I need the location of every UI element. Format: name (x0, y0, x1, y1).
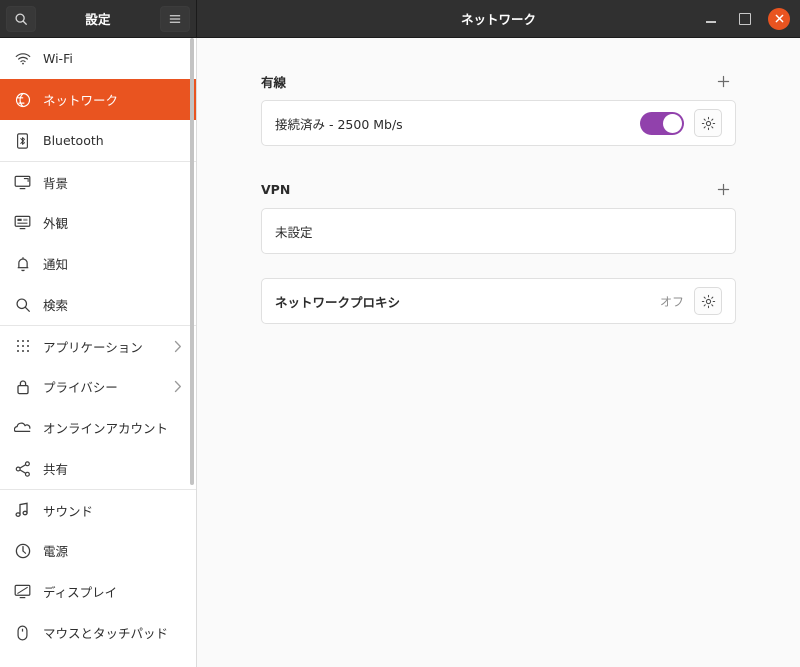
search-button[interactable] (6, 5, 36, 32)
vpn-section-header: VPN (261, 170, 736, 208)
wired-status-label: 接続済み - 2500 Mb/s (275, 116, 403, 132)
display-monitor-icon (14, 583, 31, 600)
sidebar-item-label: マウスとタッチパッド (43, 626, 169, 641)
lock-icon (14, 378, 31, 395)
wired-row-controls (640, 109, 722, 137)
sidebar-item-label: ディスプレイ (43, 585, 118, 600)
sidebar-item-label: オンラインアカウント (43, 421, 169, 436)
chevron-right-icon (174, 380, 182, 393)
sidebar-item-wifi[interactable]: Wi-Fi (0, 38, 196, 79)
bell-icon (14, 255, 31, 272)
network-proxy-card[interactable]: ネットワークプロキシ オフ (261, 278, 736, 324)
toggle-knob (663, 113, 682, 133)
network-proxy-row: ネットワークプロキシ オフ (262, 279, 735, 323)
sidebar-item-network[interactable]: ネットワーク (0, 79, 196, 120)
minimize-button[interactable] (700, 8, 722, 30)
wired-connection-card: 接続済み - 2500 Mb/s (261, 100, 736, 146)
search-icon (15, 12, 27, 25)
sidebar-item-label: Wi-Fi (43, 51, 73, 66)
sidebar-item-power[interactable]: 電源 (0, 530, 196, 571)
add-vpn-button[interactable] (710, 176, 736, 202)
network-globe-icon (14, 91, 31, 108)
power-icon (14, 542, 31, 559)
network-settings-content: 有線 接続済み - 2500 Mb/s VPN 未設定 ネットワークプロキシ オ… (197, 38, 800, 667)
mouse-icon (14, 624, 31, 641)
add-wired-connection-button[interactable] (710, 68, 736, 94)
wired-title: 有線 (261, 74, 287, 90)
sidebar-item-label: サウンド (43, 503, 94, 519)
sidebar-item-display[interactable]: ディスプレイ (0, 571, 196, 612)
plus-icon (717, 75, 729, 87)
wallpaper-icon (14, 174, 31, 191)
window-body: Wi-Fi ネットワーク Bluetooth 背景 外観 通知 検索 アプリケー… (0, 38, 800, 667)
main-menu-button[interactable] (160, 5, 190, 32)
network-proxy-label: ネットワークプロキシ (275, 294, 401, 310)
sidebar-item-background[interactable]: 背景 (0, 161, 196, 202)
sidebar-item-notifications[interactable]: 通知 (0, 243, 196, 284)
sidebar-item-label: 検索 (43, 298, 69, 313)
network-proxy-settings-button[interactable] (694, 287, 722, 315)
bluetooth-icon (14, 132, 31, 149)
music-note-icon (14, 502, 31, 519)
sidebar-item-bluetooth[interactable]: Bluetooth (0, 120, 196, 161)
search-icon (14, 296, 31, 313)
window-controls (700, 7, 800, 30)
cloud-icon (14, 419, 31, 436)
sidebar-item-label: ネットワーク (43, 93, 119, 108)
network-proxy-value: オフ (659, 294, 684, 309)
sidebar-item-sharing[interactable]: 共有 (0, 448, 196, 489)
appearance-icon (14, 214, 31, 231)
chevron-right-icon (174, 340, 182, 353)
sidebar-item-label: 共有 (43, 462, 69, 477)
apps-grid-icon (14, 338, 31, 355)
hamburger-menu-icon (169, 14, 181, 23)
vpn-status-label: 未設定 (275, 224, 313, 240)
sidebar-item-label: 電源 (43, 544, 69, 559)
sidebar-item-mouse-touchpad[interactable]: マウスとタッチパッド (0, 612, 196, 653)
sidebar-item-label: アプリケーション (43, 339, 143, 355)
sidebar-item-appearance[interactable]: 外観 (0, 202, 196, 243)
sidebar-list: Wi-Fi ネットワーク Bluetooth 背景 外観 通知 検索 アプリケー… (0, 38, 196, 653)
plus-icon (717, 183, 729, 195)
sidebar-item-applications[interactable]: アプリケーション (0, 325, 196, 366)
wired-connection-row: 接続済み - 2500 Mb/s (262, 101, 735, 145)
sidebar-headerbar: 設定 (0, 0, 197, 37)
wired-section-header: 有線 (261, 62, 736, 100)
window-titlebar: 設定 ネットワーク (0, 0, 800, 38)
settings-sidebar: Wi-Fi ネットワーク Bluetooth 背景 外観 通知 検索 アプリケー… (0, 38, 197, 667)
sidebar-item-label: 外観 (43, 216, 69, 231)
sidebar-item-online-accounts[interactable]: オンラインアカウント (0, 407, 196, 448)
sidebar-item-label: 背景 (43, 175, 69, 191)
sidebar-item-search[interactable]: 検索 (0, 284, 196, 325)
sidebar-item-label: 通知 (43, 257, 69, 272)
close-icon (775, 14, 783, 23)
sidebar-title: 設定 (85, 12, 111, 27)
sidebar-item-label: プライバシー (43, 380, 118, 395)
sidebar-scrollbar[interactable] (190, 38, 194, 485)
maximize-button[interactable] (734, 8, 756, 30)
close-button[interactable] (768, 7, 790, 30)
main-headerbar: ネットワーク (197, 0, 800, 37)
gear-icon (701, 116, 715, 130)
vpn-title: VPN (261, 181, 291, 197)
wired-connection-toggle[interactable] (640, 111, 684, 135)
settings-window: 設定 ネットワーク Wi-Fi ネットワーク Bluetooth 背景 外観 通… (0, 0, 800, 667)
share-nodes-icon (14, 460, 31, 477)
wifi-icon (14, 50, 31, 67)
vpn-row: 未設定 (262, 209, 735, 253)
sidebar-item-sound[interactable]: サウンド (0, 489, 196, 530)
sidebar-item-privacy[interactable]: プライバシー (0, 366, 196, 407)
wired-settings-button[interactable] (694, 109, 722, 137)
sidebar-item-label: Bluetooth (43, 133, 104, 148)
vpn-card: 未設定 (261, 208, 736, 254)
network-proxy-controls: オフ (660, 287, 722, 315)
gear-icon (701, 294, 715, 308)
